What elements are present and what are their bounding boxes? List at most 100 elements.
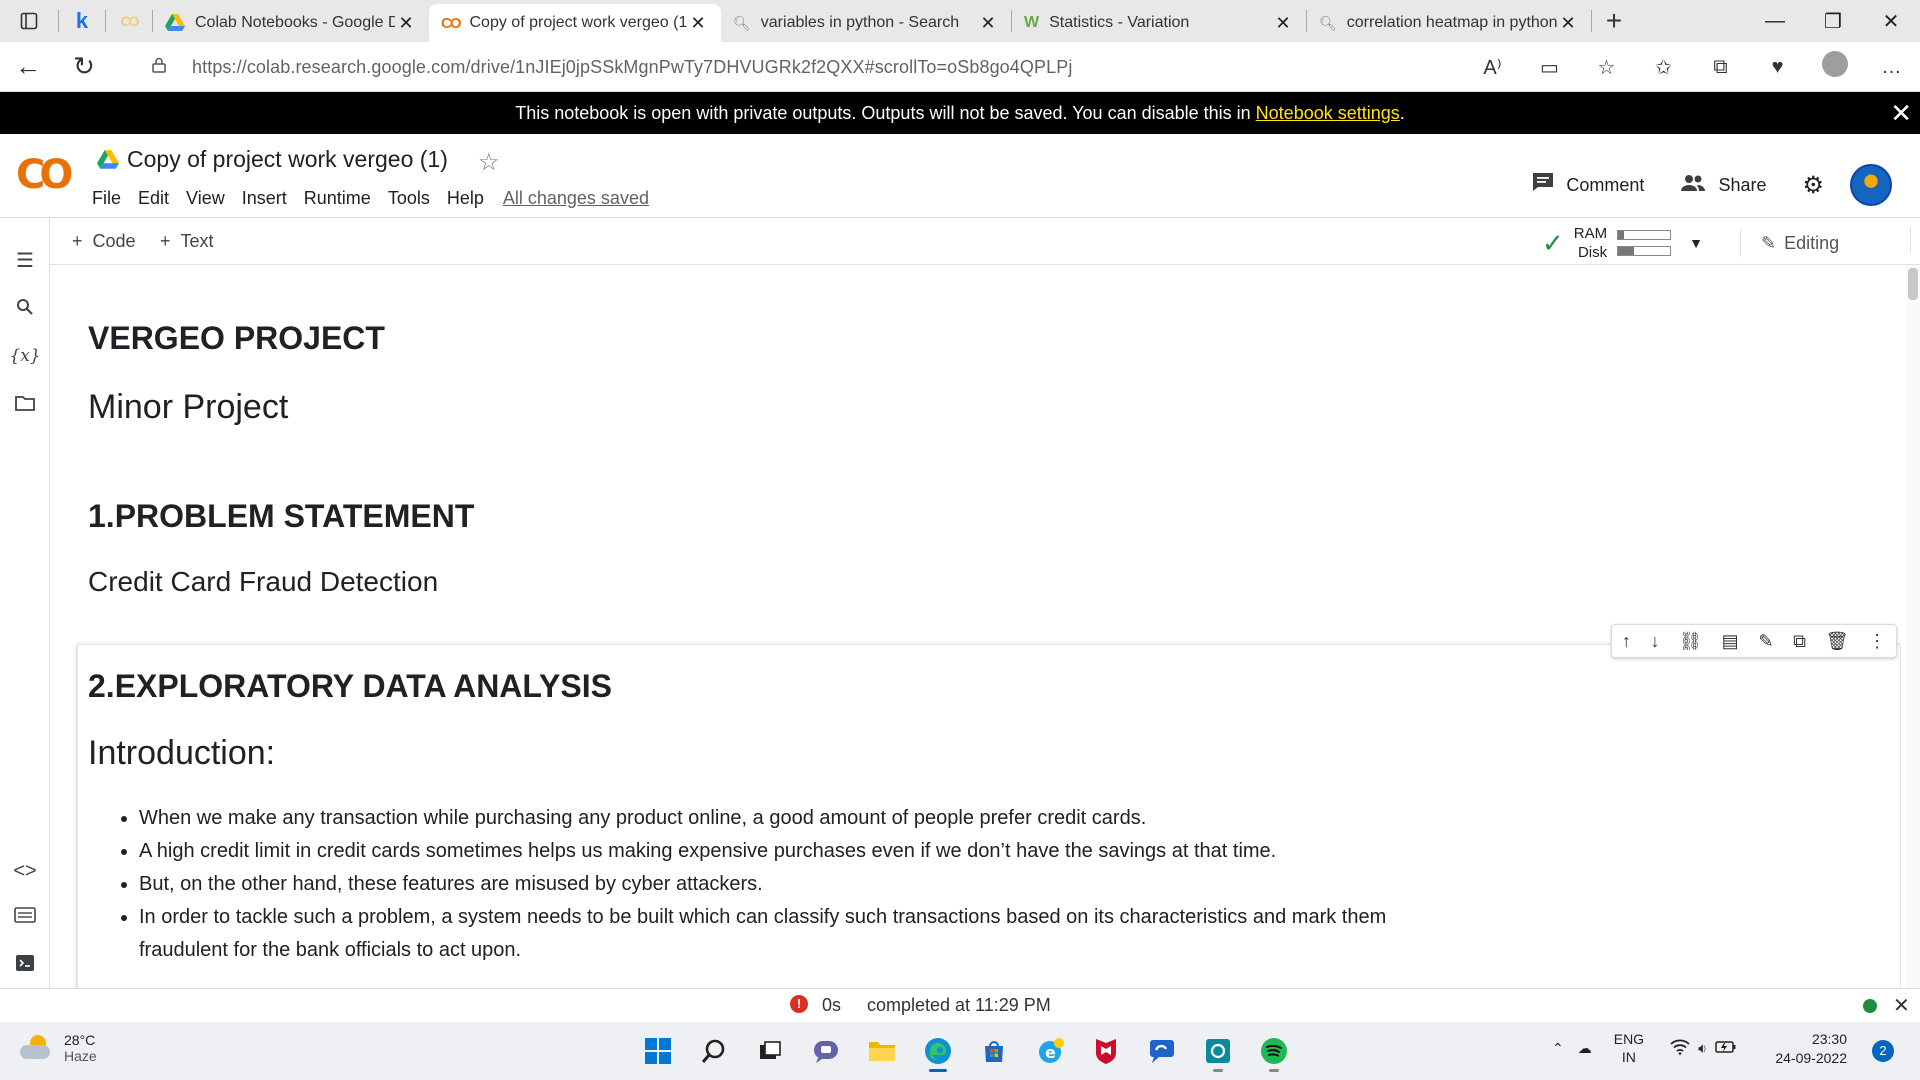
delete-icon[interactable]: 🗑︎ (1826, 631, 1849, 652)
vertical-scrollbar[interactable] (1906, 266, 1920, 988)
problem-description: Credit Card Fraud Detection (88, 566, 439, 597)
files-icon[interactable] (0, 394, 50, 417)
close-tab-icon[interactable]: ✕ (1272, 13, 1294, 34)
code-snippets-icon[interactable]: <> (0, 860, 50, 883)
volume-icon[interactable]: 🔉︎ (1698, 1040, 1707, 1057)
url-field[interactable]: https://colab.research.google.com/drive/… (130, 49, 1610, 85)
mirror-cell-icon[interactable]: ⧉ (1793, 631, 1806, 652)
microsoft-store-icon[interactable] (971, 1030, 1017, 1072)
tab-correlation-search[interactable]: 🔍︎ correlation heatmap in python ✕ (1307, 6, 1591, 40)
menu-runtime[interactable]: Runtime (304, 188, 371, 209)
start-icon[interactable] (635, 1030, 681, 1072)
chevron-down-icon[interactable]: ▼ (1689, 235, 1703, 251)
new-tab-button[interactable]: + (1592, 5, 1636, 37)
terminal-icon[interactable] (0, 954, 50, 978)
notebook-settings-link[interactable]: Notebook settings (1256, 103, 1400, 124)
file-explorer-icon[interactable] (859, 1030, 905, 1072)
colab-logo[interactable]: CO (16, 152, 73, 198)
teams-chat-icon[interactable] (803, 1030, 849, 1072)
menu-tools[interactable]: Tools (388, 188, 430, 209)
settings-button[interactable]: ⚙ (1802, 171, 1824, 200)
google-drive-icon (97, 149, 119, 169)
move-down-icon[interactable]: ↓ (1650, 631, 1659, 652)
notification-badge[interactable]: 2 (1872, 1040, 1894, 1062)
variables-icon[interactable]: {x} (0, 346, 50, 366)
favorites-icon[interactable]: ✩ (1635, 55, 1692, 80)
language-indicator[interactable]: ENG IN (1614, 1030, 1644, 1066)
close-window-icon[interactable]: ✕ (1862, 0, 1920, 42)
quick-assist-icon[interactable] (1139, 1030, 1185, 1072)
execution-status[interactable]: completed at 11:29 PM (867, 995, 1051, 1016)
close-status-icon[interactable]: ✕ (1893, 993, 1910, 1018)
restore-icon[interactable]: ❐ (1804, 0, 1862, 42)
comment-icon[interactable]: ▤ (1722, 631, 1739, 652)
menu-insert[interactable]: Insert (242, 188, 287, 209)
add-text-button[interactable]: + Text (160, 231, 214, 252)
pinned-tab-colab[interactable]: CO (106, 4, 152, 38)
clock[interactable]: 23:30 24-09-2022 (1775, 1030, 1847, 1068)
table-of-contents-icon[interactable]: ☰ (0, 248, 50, 273)
reload-icon[interactable]: ↻ (56, 51, 112, 82)
share-button[interactable]: Share (1680, 172, 1766, 198)
tab-actions-icon[interactable] (0, 0, 58, 42)
tab-colab-notebooks[interactable]: Colab Notebooks - Google Dri ✕ (153, 6, 429, 40)
save-status[interactable]: All changes saved (503, 188, 649, 209)
close-tab-icon[interactable]: ✕ (687, 13, 709, 34)
tab-statistics-variation[interactable]: W Statistics - Variation ✕ (1012, 6, 1306, 40)
search-icon[interactable] (691, 1030, 737, 1072)
search-icon[interactable] (0, 298, 50, 322)
colab-header: CO Copy of project work vergeo (1) ☆ Fil… (0, 134, 1920, 218)
immersive-reader-icon[interactable]: ▭ (1521, 55, 1578, 80)
tab-variables-search[interactable]: 🔍︎ variables in python - Search ✕ (721, 6, 1011, 40)
spotify-icon[interactable] (1251, 1030, 1297, 1072)
pinned-tab-k[interactable]: k (59, 4, 105, 38)
notebook-toolbar: + Code + Text ✓ RAM Disk ▼ ✎ Editing ⌃ (50, 219, 1920, 265)
battery-icon[interactable] (1715, 1039, 1737, 1058)
profile-icon[interactable] (1806, 51, 1863, 83)
menu-file[interactable]: File (92, 188, 121, 209)
more-icon[interactable]: … (1863, 56, 1920, 79)
tab-project-notebook[interactable]: CO Copy of project work vergeo (1 ✕ (429, 4, 721, 42)
wifi-icon[interactable] (1670, 1039, 1690, 1058)
move-up-icon[interactable]: ↑ (1622, 631, 1631, 652)
disk-label: Disk (1577, 244, 1608, 261)
menu-edit[interactable]: Edit (138, 188, 169, 209)
clock-date: 24-09-2022 (1775, 1050, 1847, 1066)
edge-browser-icon[interactable] (915, 1030, 961, 1072)
comment-button[interactable]: Comment (1532, 172, 1644, 198)
task-view-icon[interactable] (747, 1030, 793, 1072)
resources-indicator[interactable]: ✓ RAM Disk ▼ (1542, 224, 1703, 262)
close-tab-icon[interactable]: ✕ (1557, 13, 1579, 34)
chevron-up-icon[interactable]: ⌃ (1552, 1040, 1564, 1057)
menu-help[interactable]: Help (447, 188, 484, 209)
read-aloud-icon[interactable]: A⁾ (1464, 55, 1521, 80)
chevron-up-icon[interactable]: ⌃ (1910, 227, 1920, 252)
internet-explorer-icon[interactable]: e (1027, 1030, 1073, 1072)
menu-view[interactable]: View (186, 188, 225, 209)
close-tab-icon[interactable]: ✕ (395, 13, 417, 34)
notebook-content: VERGEO PROJECT Minor Project 1.PROBLEM S… (51, 266, 1901, 988)
command-palette-icon[interactable] (0, 906, 50, 929)
back-icon[interactable]: ← (0, 51, 56, 82)
add-code-button[interactable]: + Code (72, 231, 136, 252)
private-outputs-banner: This notebook is open with private outpu… (0, 92, 1920, 134)
editing-mode-button[interactable]: ✎ Editing (1740, 229, 1839, 257)
cortana-app-icon[interactable] (1195, 1030, 1241, 1072)
minimize-icon[interactable]: — (1746, 0, 1804, 42)
mcafee-icon[interactable] (1083, 1030, 1129, 1072)
notebook-title[interactable]: Copy of project work vergeo (1) (97, 146, 448, 173)
close-tab-icon[interactable]: ✕ (977, 13, 999, 34)
add-favorite-icon[interactable]: ☆ (1578, 55, 1635, 80)
browser-essentials-icon[interactable]: ♥ (1749, 56, 1806, 79)
menu-bar: File Edit View Insert Runtime Tools Help… (92, 188, 666, 209)
error-icon[interactable]: ! (790, 995, 808, 1013)
weather-widget[interactable]: 28°C Haze (20, 1032, 97, 1064)
collections-icon[interactable]: ⧉ (1692, 56, 1749, 79)
edit-icon[interactable]: ✎ (1758, 631, 1773, 652)
more-vert-icon[interactable]: ⋮ (1868, 631, 1886, 652)
close-banner-icon[interactable]: ✕ (1890, 98, 1912, 129)
star-icon[interactable]: ☆ (478, 148, 500, 177)
user-avatar[interactable] (1850, 164, 1892, 206)
onedrive-cloud-icon[interactable]: ☁ (1578, 1040, 1592, 1057)
link-icon[interactable]: ⛓ (1679, 631, 1702, 652)
